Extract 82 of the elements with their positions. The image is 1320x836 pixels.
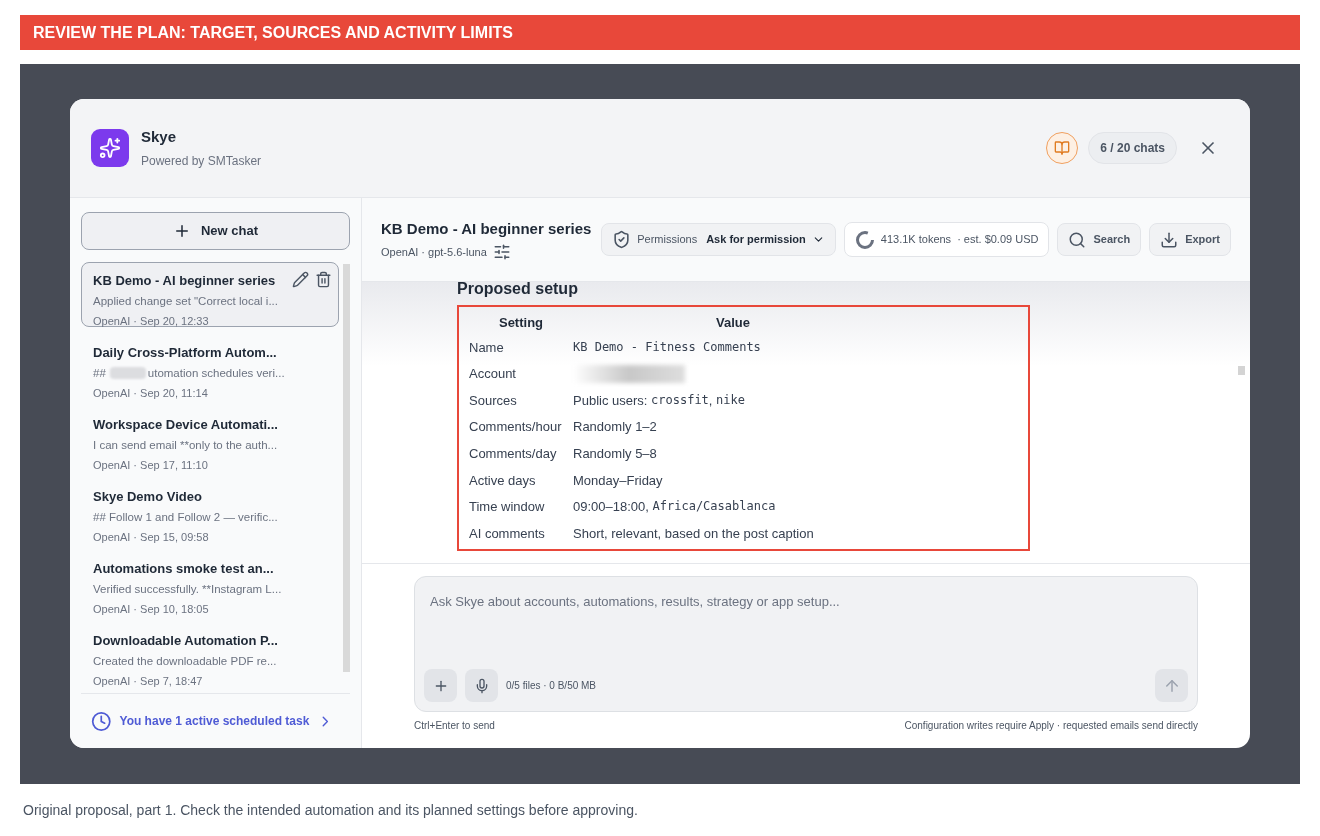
setting-value: , [708,391,714,410]
new-chat-button[interactable]: New chat [81,212,350,250]
chat-title: Daily Cross-Platform Autom... [93,344,278,362]
microphone-button[interactable] [465,669,498,702]
chat-meta: OpenAI · Sep 7, 18:47 [93,673,204,689]
setting-value: Public users: [573,391,649,410]
chat-meta: OpenAI · Sep 17, 11:10 [93,457,209,473]
chat-title: Downloadable Automation P... [93,632,279,650]
setting-value: Monday–Friday [573,471,663,490]
chat-preview: Applied change set "Correct local i... [93,293,278,309]
app-logo-icon [91,129,129,167]
chat-meta: OpenAI · Sep 10, 18:05 [93,601,210,617]
token-count: 413.1K tokens [880,232,952,248]
apply-hint: Configuration writes require Apply · requested emails send directly [904,719,1198,733]
chat-header-title: KB Demo - AI beginner series [381,218,592,239]
permissions-dropdown[interactable]: Permissions Ask for permission [601,223,836,256]
setting-name: AI comments [469,524,546,543]
chat-preview: ## Follow 1 and Follow 2 — verific... [93,509,278,525]
chat-item[interactable]: Automations smoke test an... Verified successfully. **Instagram L... OpenAI · Sep 10, 18:05 [81,550,339,615]
search-button[interactable]: Search [1057,223,1142,256]
permissions-value: Ask for permission [706,232,806,248]
setting-value: KB Demo - Fitness Comments [573,339,761,357]
setting-name: Time window [469,498,546,517]
column-header: Value [715,314,751,333]
chat-item[interactable]: Daily Cross-Platform Autom... ## utomation schedules veri... OpenAI · Sep 20, 11:14 [81,334,339,399]
column-header: Setting [497,314,545,333]
chat-preview: utomation schedules veri... [147,365,285,381]
message-textarea[interactable]: Ask Skye about accounts, automations, results, strategy or app setup... [424,592,1188,669]
setting-name: Comments/hour [469,418,563,437]
chat-preview: I can send email **only to the auth... [93,437,278,453]
setting-value: Randomly 5–8 [573,444,657,463]
setting-value: Africa/Casablanca [652,498,776,516]
chat-preview: Created the downloadable PDF re... [93,653,277,669]
chat-title: Skye Demo Video [93,488,203,506]
shield-icon [612,230,632,249]
message-input[interactable]: Ask Skye about accounts, automations, results, strategy or app setup... 0/5 files · 0 B/50 MB [414,576,1198,712]
setting-value: Randomly 1–2 [573,418,657,437]
setting-value: Short, relevant, based on the post caption [573,524,814,543]
book-icon [1054,140,1071,156]
setting-value: 09:00–18:00, [573,498,650,517]
chat-item[interactable]: Skye Demo Video ## Follow 1 and Follow 2 — verific... OpenAI · Sep 15, 09:58 [81,478,339,543]
send-hint: Ctrl+Enter to send [414,719,495,733]
setting-name: Active days [469,471,537,490]
chat-meta: OpenAI · Sep 20, 12:33 [93,313,210,329]
setting-name: Name [469,338,505,357]
setting-value: nike [716,391,745,409]
chat-title: Workspace Device Automati... [93,416,279,434]
chat-meta: OpenAI · Sep 15, 09:58 [93,529,210,545]
chat-item[interactable]: Downloadable Automation P... Created the downloadable PDF re... OpenAI · Sep 7, 18:47 [81,622,339,687]
setting-name: Comments/day [469,444,558,463]
setting-name: Account [469,365,517,384]
setting-name: Sources [469,391,518,410]
chat-item[interactable]: KB Demo - AI beginner series Applied change set "Correct local i... OpenAI · Sep 20, 12:33 [81,262,339,327]
attach-button[interactable] [424,669,457,702]
chat-preview: Verified successfully. **Instagram L... [93,581,282,597]
usage-ring-icon [854,229,875,250]
section-heading: Proposed setup [457,282,579,299]
permissions-label: Permissions [637,232,698,248]
scrollbar-thumb [1238,366,1245,375]
section-banner: REVIEW THE PLAN: TARGET, SOURCES AND ACTIVITY LIMITS [20,15,1300,50]
export-button[interactable]: Export [1149,223,1231,256]
cost-estimate: · est. $0.09 USD [957,232,1039,248]
app-name: Skye [141,127,178,148]
search-icon [1068,230,1087,249]
delete-icon[interactable] [315,271,332,288]
figure-caption: Original proposal, part 1. Check the intended automation and its planned settings before approving. [23,801,639,820]
chat-preview-prefix: ## [93,365,106,381]
chat-meta: OpenAI · Sep 20, 11:14 [93,385,209,401]
chat-title: Automations smoke test an... [93,560,275,578]
setting-value: crossfit [651,391,709,409]
scheduled-task-link[interactable]: You have 1 active scheduled task [119,712,310,730]
clock-icon [91,710,112,732]
download-icon [1160,230,1179,249]
file-limit-label: 0/5 files · 0 B/50 MB [506,679,597,693]
edit-icon[interactable] [292,271,309,288]
chat-item[interactable]: Workspace Device Automati... I can send email **only to the auth... OpenAI · Sep 17, 11:10 [81,406,339,471]
guide-button[interactable] [1046,132,1079,164]
chat-count-badge: 6 / 20 chats [1088,132,1177,164]
model-label: OpenAI · gpt-5.6-luna [381,245,487,260]
chat-title: KB Demo - AI beginner series [93,272,277,290]
app-subtitle: Powered by SMTasker [141,152,262,170]
model-settings-icon[interactable] [492,243,511,262]
